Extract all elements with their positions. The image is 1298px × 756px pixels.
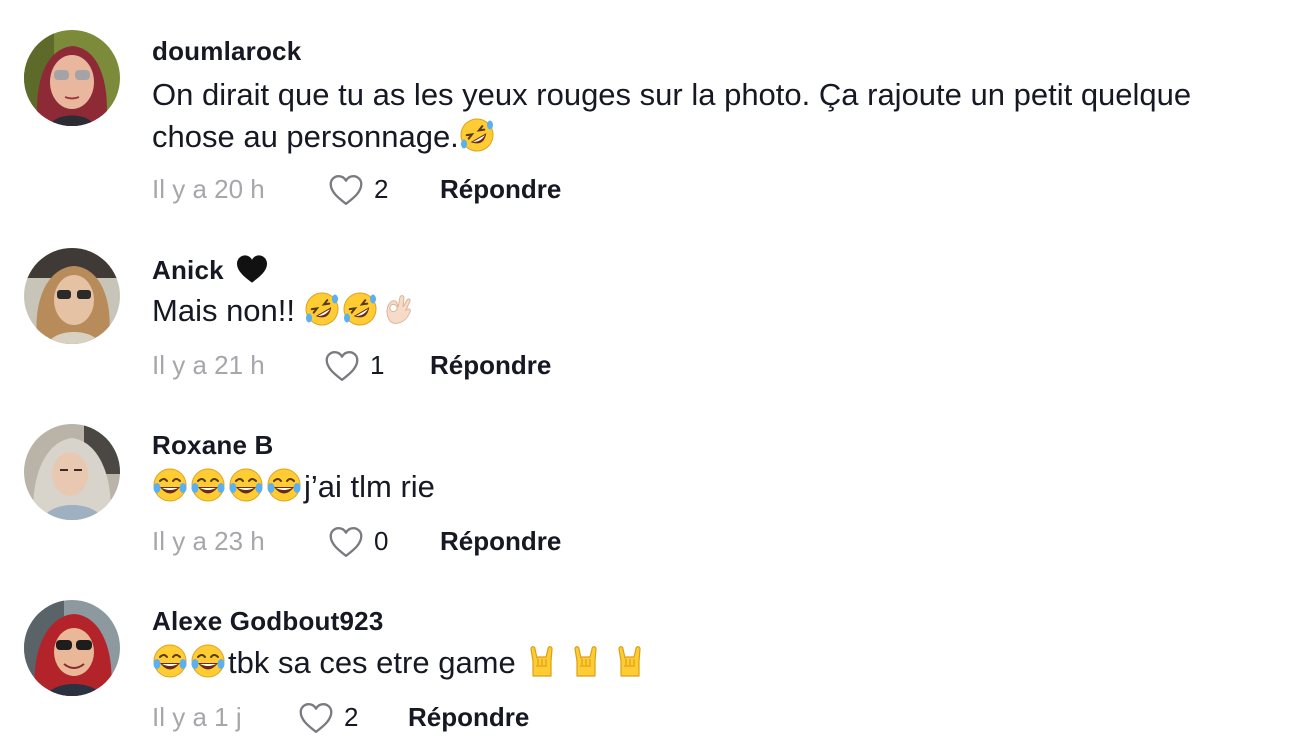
face-with-tears-of-joy-icon xyxy=(152,467,188,503)
face-with-tears-of-joy-icon xyxy=(190,467,226,503)
like-count: 0 xyxy=(374,526,389,556)
comment-timestamp: Il y a 20 h xyxy=(152,174,265,204)
avatar[interactable] xyxy=(24,248,120,344)
comment-text-body: j’ai tlm rie xyxy=(304,469,435,504)
comment-text-body: On dirait que tu as les yeux rouges sur … xyxy=(152,77,1192,154)
heart-icon xyxy=(298,702,334,734)
comment-text-body: Mais non!! xyxy=(152,293,304,328)
comment-text: On dirait que tu as les yeux rouges sur … xyxy=(152,74,1277,158)
avatar-alexe-icon xyxy=(24,600,120,696)
comment-text: j’ai tlm rie xyxy=(152,466,1277,508)
avatar-doumlarock-icon xyxy=(24,30,120,126)
comment-text-body: tbk sa ces etre game xyxy=(228,645,525,680)
reply-button[interactable]: Répondre xyxy=(440,174,561,205)
comment-username[interactable]: doumlarock xyxy=(152,36,301,67)
face-with-tears-of-joy-icon xyxy=(228,467,264,503)
comment-timestamp: Il y a 1 j xyxy=(152,702,242,732)
comment-username[interactable]: Anick xyxy=(152,254,269,286)
face-with-tears-of-joy-icon xyxy=(266,467,302,503)
comment-text: Mais non!! xyxy=(152,290,1277,332)
reply-button[interactable]: Répondre xyxy=(440,526,561,557)
like-count: 1 xyxy=(370,350,385,380)
rolling-on-floor-laughing-icon xyxy=(459,117,495,153)
black-heart-icon xyxy=(235,254,269,284)
reply-button[interactable]: Répondre xyxy=(430,350,551,381)
comment-text: tbk sa ces etre game xyxy=(152,642,1277,684)
sign-of-horns-icon xyxy=(568,643,604,679)
avatar-roxane-icon xyxy=(24,424,120,520)
reply-button[interactable]: Répondre xyxy=(408,702,529,733)
face-with-tears-of-joy-icon xyxy=(190,643,226,679)
rolling-on-floor-laughing-icon xyxy=(342,291,378,327)
rolling-on-floor-laughing-icon xyxy=(304,291,340,327)
like-count: 2 xyxy=(374,174,389,204)
like-count: 2 xyxy=(344,702,359,732)
avatar[interactable] xyxy=(24,30,120,126)
sign-of-horns-icon xyxy=(612,643,648,679)
comment-timestamp: Il y a 21 h xyxy=(152,350,265,380)
avatar[interactable] xyxy=(24,424,120,520)
heart-icon xyxy=(324,350,360,382)
heart-icon xyxy=(328,174,364,206)
avatar-anick-icon xyxy=(24,248,120,344)
comment-username[interactable]: Roxane B xyxy=(152,430,274,461)
comment-timestamp: Il y a 23 h xyxy=(152,526,265,556)
avatar[interactable] xyxy=(24,600,120,696)
sign-of-horns-icon xyxy=(524,643,560,679)
face-with-tears-of-joy-icon xyxy=(152,643,188,679)
heart-icon xyxy=(328,526,364,558)
comment-username[interactable]: Alexe Godbout923 xyxy=(152,606,383,637)
ok-hand-icon xyxy=(380,291,416,327)
comment-username-text: Anick xyxy=(152,255,224,285)
